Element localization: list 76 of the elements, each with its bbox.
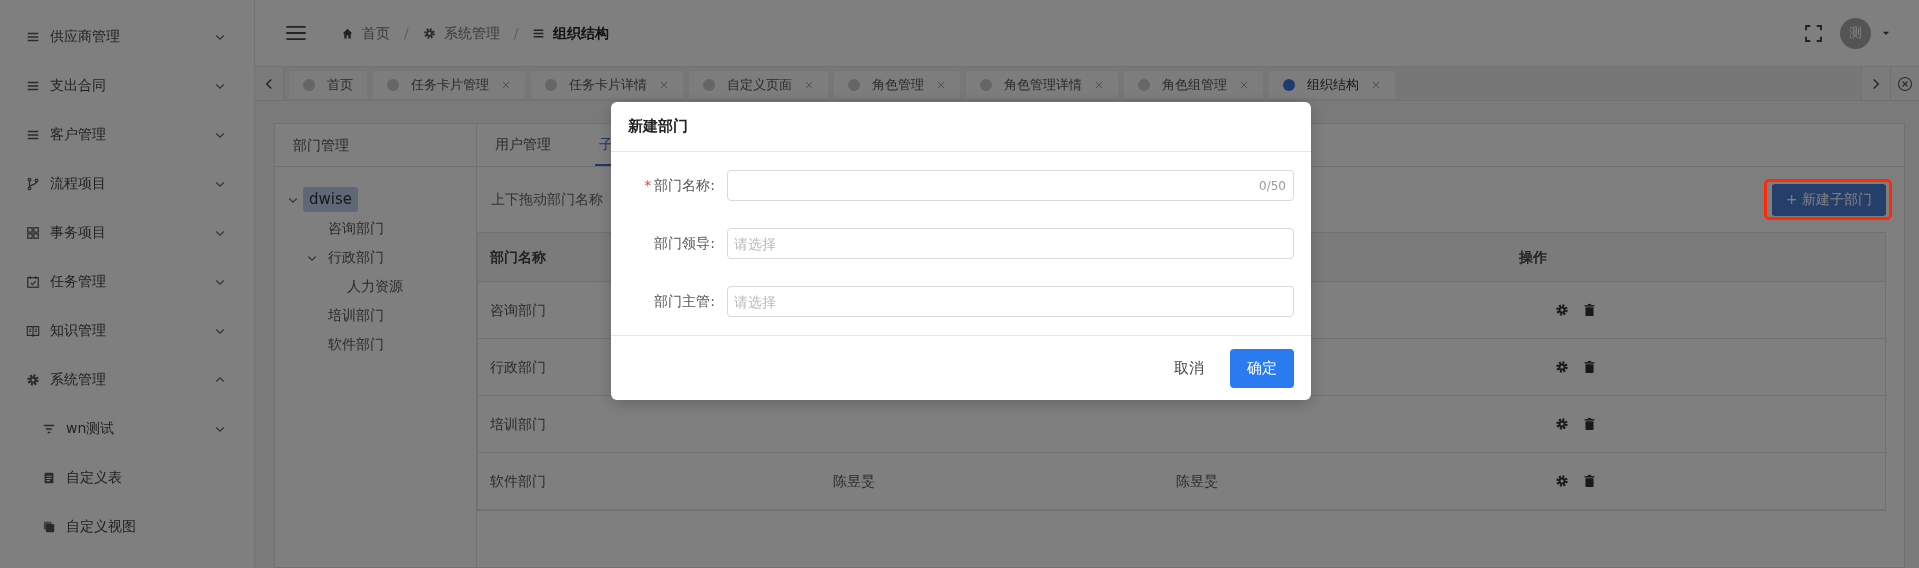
close-icon[interactable] [1239, 79, 1249, 90]
page-tab[interactable]: 角色组管理 [1124, 71, 1263, 98]
field-label: * 部门名称: [643, 176, 715, 195]
breadcrumb-link[interactable]: 首页 [362, 22, 390, 44]
page-tab[interactable]: 角色管理 [834, 71, 960, 98]
breadcrumb-link[interactable]: 系统管理 [443, 22, 500, 44]
close-icon[interactable] [1897, 75, 1913, 92]
trash-icon[interactable] [1583, 474, 1596, 488]
sidebar-item[interactable]: 知识管理 [0, 306, 254, 355]
breadcrumb-separator: / [513, 23, 519, 43]
sidebar-item[interactable]: 系统管理 [0, 355, 254, 404]
table-cell-text: 培训部门 [490, 414, 546, 434]
calendar-check-icon [26, 274, 40, 289]
trash-icon[interactable] [1583, 303, 1596, 317]
tab[interactable]: 用户管理 [491, 124, 555, 166]
sidebar-item[interactable]: 供应商管理 [0, 12, 254, 61]
sidebar-item[interactable]: 自定义视图 [0, 502, 254, 551]
table-cell-text: 行政部门 [490, 357, 546, 377]
gear-icon [26, 372, 40, 387]
close-icon[interactable] [501, 79, 511, 90]
sidebar-item[interactable]: 客户管理 [0, 110, 254, 159]
column-header: 操作 [1507, 233, 1885, 282]
panel-title: 部门管理 [275, 124, 476, 167]
page-tab[interactable]: 任务卡片管理 [373, 71, 525, 98]
gear-icon[interactable] [1555, 417, 1569, 431]
character-counter: 0/50 [1259, 178, 1286, 195]
sidebar-item[interactable]: 任务管理 [0, 257, 254, 306]
close-icon[interactable] [1371, 79, 1381, 90]
tree-node[interactable]: 人力资源 [341, 275, 409, 298]
gear-icon[interactable] [1555, 360, 1569, 374]
page-tab[interactable]: 自定义页面 [689, 71, 828, 98]
page-tab[interactable]: 任务卡片详情 [531, 71, 683, 98]
trash-icon[interactable] [1583, 417, 1596, 431]
tree-node[interactable]: 咨询部门 [322, 217, 390, 240]
sidebar-item[interactable]: 支出合同 [0, 61, 254, 110]
select-field[interactable]: 请选择 [727, 228, 1294, 259]
branch-icon [26, 176, 40, 191]
sidebar-item[interactable]: 事务项目 [0, 208, 254, 257]
grid-icon [26, 225, 40, 240]
select-field[interactable]: 请选择 [727, 286, 1294, 317]
page-tab[interactable]: 组织结构 [1269, 71, 1395, 98]
field-label: 部门领导: [653, 234, 715, 253]
field-label: 部门主管: [653, 292, 715, 311]
sidebar-item[interactable]: 流程项目 [0, 159, 254, 208]
gear-icon [422, 26, 436, 40]
page-tab[interactable]: 角色管理详情 [966, 71, 1118, 98]
close-icon[interactable] [1094, 79, 1104, 90]
table-cell-text: 陈昱旻 [833, 471, 875, 491]
gear-icon[interactable] [1555, 474, 1569, 488]
page-tab[interactable]: 首页 [289, 71, 367, 98]
close-icon[interactable] [936, 79, 946, 90]
input-field[interactable] [727, 170, 1294, 201]
tree-node[interactable]: 培训部门 [322, 304, 390, 327]
trash-icon[interactable] [1583, 360, 1596, 374]
confirm-button[interactable]: 确定 [1230, 348, 1294, 388]
tree-node[interactable]: 软件部门 [322, 333, 390, 356]
tree-node[interactable]: dwise [303, 187, 358, 212]
sidebar-item[interactable]: 自定义表 [0, 453, 254, 502]
sidebar-item[interactable]: wn测试 [0, 404, 254, 453]
book-icon [26, 323, 40, 338]
dialog-title: 新建部门 [611, 102, 1311, 152]
close-icon[interactable] [659, 79, 669, 90]
home-icon [341, 26, 354, 40]
close-icon[interactable] [804, 79, 814, 90]
hint-text: 上下拖动部门名称 [491, 190, 603, 209]
gear-icon[interactable] [1555, 303, 1569, 317]
document-icon [42, 470, 56, 485]
table-cell-text: 陈昱旻 [1176, 471, 1218, 491]
add-subdepartment-button[interactable]: + 新建子部门 [1771, 183, 1886, 216]
cancel-button[interactable]: 取消 [1166, 350, 1212, 386]
stacked-squares-icon [42, 519, 56, 534]
table-cell-text: 软件部门 [490, 471, 546, 491]
breadcrumb-separator: / [404, 23, 409, 43]
fullscreen-icon[interactable] [1805, 24, 1822, 42]
table-cell-text: 咨询部门 [490, 300, 546, 320]
tree-node[interactable]: 行政部门 [322, 246, 390, 269]
